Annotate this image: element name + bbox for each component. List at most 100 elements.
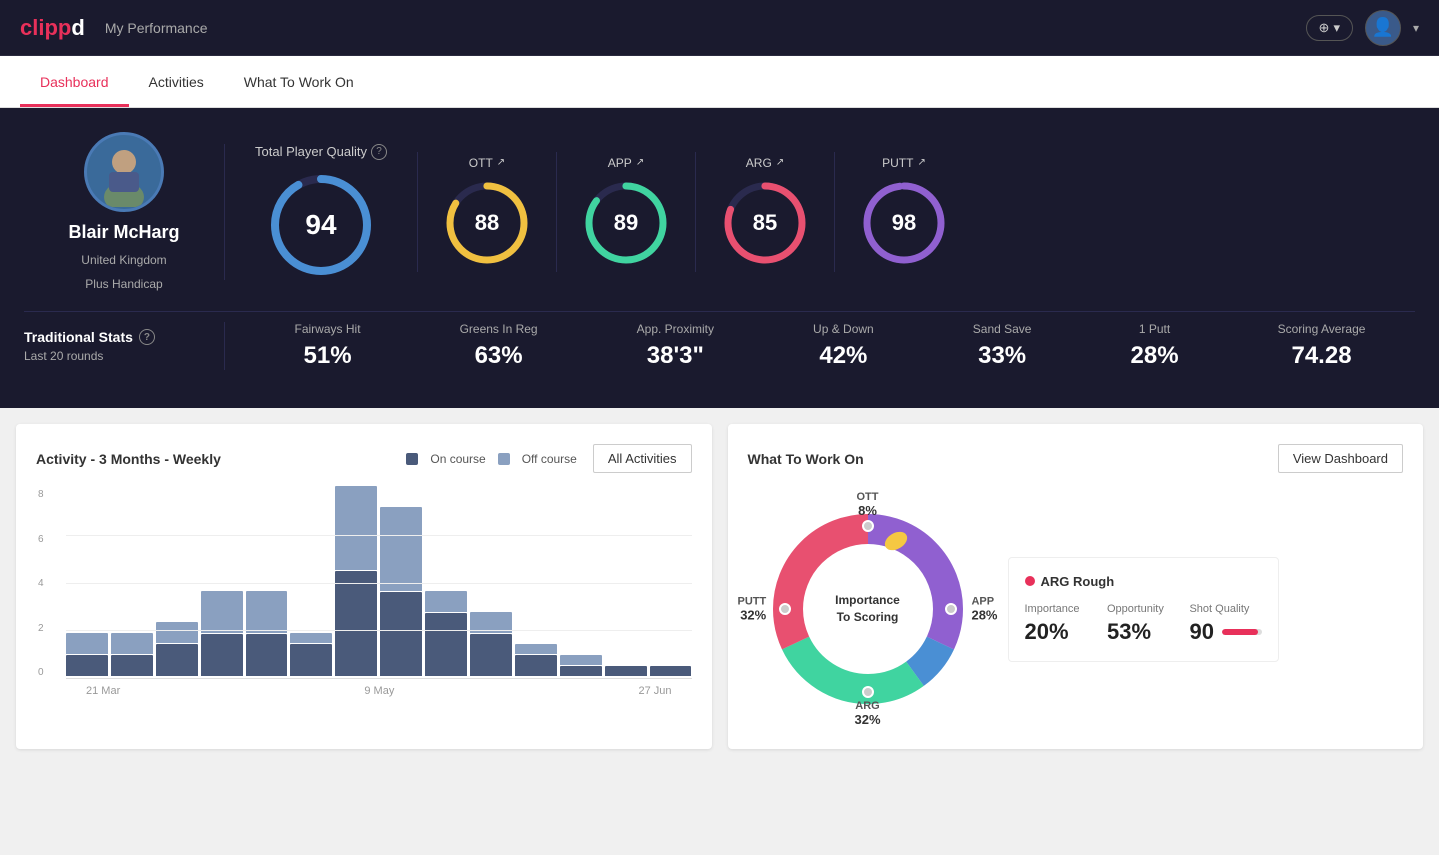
y-label-4: 4	[38, 578, 44, 589]
opportunity-metric: Opportunity 53%	[1107, 603, 1179, 645]
total-quality-gauge: 94	[266, 170, 376, 280]
bar-group-11	[515, 644, 557, 676]
stat-updown-value: 42%	[819, 342, 867, 370]
plus-circle-icon: ⊕	[1319, 20, 1330, 36]
logo: clippd	[20, 15, 85, 41]
total-quality-help-icon[interactable]: ?	[371, 144, 387, 160]
stat-oneputt-label: 1 Putt	[1139, 322, 1170, 336]
arg-value: 85	[753, 210, 777, 236]
bar-group-1	[66, 633, 108, 676]
arg-rough-card-title: ARG Rough	[1025, 574, 1262, 589]
tab-what-to-work-on[interactable]: What To Work On	[224, 56, 374, 107]
stat-proximity-label: App. Proximity	[637, 322, 714, 336]
view-dashboard-button[interactable]: View Dashboard	[1278, 444, 1403, 473]
wtwo-title: What To Work On	[748, 451, 864, 467]
tab-dashboard[interactable]: Dashboard	[20, 56, 129, 107]
bar-group-4	[201, 591, 243, 676]
chart-area: 0 2 4 6 8	[66, 489, 692, 709]
tab-activities[interactable]: Activities	[129, 56, 224, 107]
stat-updown: Up & Down 42%	[813, 322, 874, 370]
stat-fairways-value: 51%	[304, 342, 352, 370]
stat-proximity: App. Proximity 38'3"	[637, 322, 714, 370]
app-value: 89	[614, 210, 638, 236]
ott-arrow-icon: ↗	[497, 157, 505, 168]
metrics-container: Total Player Quality ? 94 OTT ↗	[224, 144, 1415, 280]
shot-quality-bar	[1222, 629, 1262, 635]
stat-oneputt: 1 Putt 28%	[1131, 322, 1179, 370]
wtwo-header: What To Work On View Dashboard	[748, 444, 1404, 473]
on-course-legend-label: On course	[430, 452, 485, 466]
arg-label: ARG ↗	[746, 156, 784, 170]
activity-chart-title: Activity - 3 Months - Weekly	[36, 451, 221, 467]
stats-section: Blair McHarg United Kingdom Plus Handica…	[0, 108, 1439, 408]
chart-legend: On course Off course	[406, 452, 577, 466]
y-label-0: 0	[38, 667, 44, 678]
stat-updown-label: Up & Down	[813, 322, 874, 336]
stat-oneputt-value: 28%	[1131, 342, 1179, 370]
off-course-legend-label: Off course	[522, 452, 577, 466]
stat-scoring: Scoring Average 74.28	[1278, 322, 1366, 370]
bar-group-7	[335, 486, 377, 676]
player-location: United Kingdom	[81, 253, 166, 267]
donut-chart-area: ImportanceTo Scoring OTT 8% APP 28% ARG …	[748, 489, 988, 729]
bar-group-8	[380, 507, 422, 676]
x-label-may: 9 May	[364, 685, 394, 697]
stat-fairways-label: Fairways Hit	[295, 322, 361, 336]
bar-group-2	[111, 633, 153, 676]
user-avatar-button[interactable]: 👤	[1365, 10, 1401, 46]
putt-label: PUTT ↗	[882, 156, 926, 170]
bar-group-13	[605, 666, 647, 676]
add-button[interactable]: ⊕ ▾	[1306, 15, 1353, 41]
app-donut-label: APP 28%	[971, 596, 997, 623]
y-label-6: 6	[38, 534, 44, 545]
metric-app: APP ↗ 89	[557, 156, 695, 268]
stat-gir: Greens In Reg 63%	[460, 322, 538, 370]
app-arrow-icon: ↗	[636, 157, 644, 168]
bar-group-3	[156, 622, 198, 676]
total-quality-value: 94	[305, 209, 336, 241]
arg-rough-metrics: Importance 20% Opportunity 53% Shot Qual…	[1025, 603, 1262, 645]
stat-fairways: Fairways Hit 51%	[295, 322, 361, 370]
y-label-8: 8	[38, 489, 44, 500]
player-avatar	[84, 132, 164, 212]
shot-quality-fill	[1222, 629, 1258, 635]
logo-text: clippd	[20, 15, 85, 41]
arg-donut-label: ARG 32%	[854, 700, 880, 727]
app-gauge: 89	[581, 178, 671, 268]
total-quality-label: Total Player Quality ?	[255, 144, 387, 160]
chart-bars: 0 2 4 6 8	[66, 489, 692, 679]
off-course-legend-dot	[498, 453, 510, 465]
avatar-chevron-icon: ▾	[1413, 21, 1419, 35]
shot-quality-metric: Shot Quality 90	[1189, 603, 1261, 645]
x-axis-labels: 21 Mar 9 May 27 Jun	[66, 685, 692, 697]
importance-value: 20%	[1025, 619, 1097, 645]
nav-tabs: Dashboard Activities What To Work On	[0, 56, 1439, 108]
importance-metric: Importance 20%	[1025, 603, 1097, 645]
wtwo-content: ImportanceTo Scoring OTT 8% APP 28% ARG …	[748, 489, 1404, 729]
activity-chart-header: Activity - 3 Months - Weekly On course O…	[36, 444, 692, 473]
arg-arrow-icon: ↗	[776, 157, 784, 168]
bar-group-6	[290, 633, 332, 676]
arg-gauge: 85	[720, 178, 810, 268]
trad-stats-help-icon[interactable]: ?	[139, 329, 155, 345]
player-name: Blair McHarg	[68, 222, 179, 243]
stat-scoring-label: Scoring Average	[1278, 322, 1366, 336]
trad-stats-title: Traditional Stats ?	[24, 329, 224, 345]
shot-quality-label: Shot Quality	[1189, 603, 1261, 615]
chart-wrapper: 0 2 4 6 8	[36, 489, 692, 709]
what-to-work-on-panel: What To Work On View Dashboard	[728, 424, 1424, 749]
stat-sandsave-value: 33%	[978, 342, 1026, 370]
stat-gir-value: 63%	[475, 342, 523, 370]
ott-label: OTT ↗	[469, 156, 505, 170]
ott-value: 88	[475, 210, 499, 236]
header: clippd My Performance ⊕ ▾ 👤 ▾	[0, 0, 1439, 56]
all-activities-button[interactable]: All Activities	[593, 444, 692, 473]
header-title: My Performance	[105, 20, 1306, 36]
arg-rough-card: ARG Rough Importance 20% Opportunity 53%…	[1008, 557, 1279, 662]
player-info: Blair McHarg United Kingdom Plus Handica…	[24, 132, 224, 291]
metric-ott: OTT ↗ 88	[418, 156, 556, 268]
x-label-mar: 21 Mar	[86, 685, 120, 697]
avatar-image	[89, 137, 159, 207]
stat-sandsave: Sand Save 33%	[973, 322, 1032, 370]
stat-gir-label: Greens In Reg	[460, 322, 538, 336]
